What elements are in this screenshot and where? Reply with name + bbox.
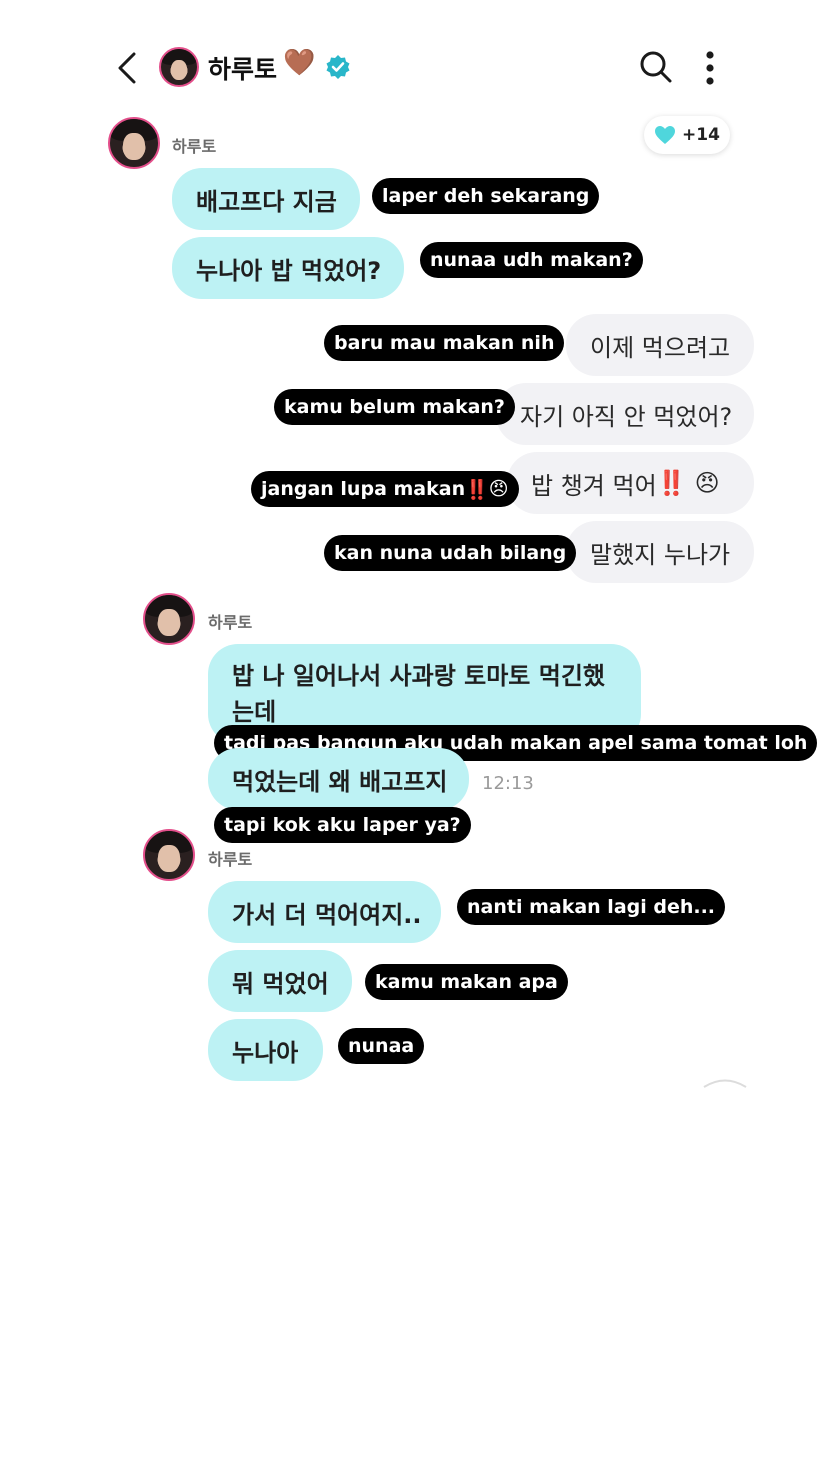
message-bubble[interactable]: 밥 챙겨 먹어 ‼️ 😠 bbox=[507, 452, 754, 514]
verified-badge-icon bbox=[326, 55, 350, 79]
back-icon[interactable] bbox=[112, 50, 142, 86]
translation-text: jangan lupa makan bbox=[261, 478, 466, 500]
chat-title: 하루토 bbox=[208, 55, 278, 84]
message-text: 밥 챙겨 먹어 bbox=[531, 471, 657, 500]
sender-avatar[interactable] bbox=[143, 593, 195, 645]
sender-name: 하루토 bbox=[208, 850, 253, 869]
translation-tag: laper deh sekarang bbox=[372, 178, 600, 214]
translation-tag: nunaa bbox=[338, 1028, 425, 1064]
translation-tag: kamu makan apa bbox=[365, 964, 568, 1000]
double-exclamation-emoji: ‼️ bbox=[465, 478, 489, 501]
message-bubble[interactable]: 가서 더 먹어여지.. bbox=[208, 881, 441, 943]
message-text: 말했지 누나가 bbox=[590, 540, 731, 569]
likes-count: +14 bbox=[682, 125, 720, 145]
message-bubble[interactable]: 배고프다 지금 bbox=[172, 168, 360, 230]
heart-icon bbox=[655, 126, 676, 144]
message-text: 누나아 bbox=[232, 1038, 299, 1067]
scroll-down-indicator[interactable] bbox=[700, 1078, 750, 1088]
message-bubble[interactable]: 말했지 누나가 bbox=[566, 521, 754, 583]
translation-tag: jangan lupa makan ‼️ 😠 bbox=[251, 471, 519, 507]
message-bubble[interactable]: 이제 먹으려고 bbox=[566, 314, 754, 376]
likes-pill[interactable]: +14 bbox=[644, 116, 730, 154]
translation-tag: tapi kok aku laper ya? bbox=[214, 807, 471, 843]
translation-tag: kan nuna udah bilang bbox=[324, 535, 577, 571]
message-text: 이제 먹으려고 bbox=[590, 333, 731, 362]
more-options-icon[interactable] bbox=[702, 50, 718, 86]
message-text: 자기 아직 안 먹었어? bbox=[520, 402, 733, 431]
message-text: 누나아 밥 먹었어? bbox=[196, 256, 382, 285]
message-text: 밥 나 일어나서 사과랑 토마토 먹긴했는데 bbox=[232, 662, 605, 726]
angry-face-emoji: 😠 bbox=[694, 469, 720, 497]
message-bubble[interactable]: 먹었는데 왜 배고프지 bbox=[208, 748, 469, 810]
translation-tag: kamu belum makan? bbox=[274, 389, 515, 425]
sender-avatar[interactable] bbox=[143, 829, 195, 881]
message-bubble[interactable]: 누나아 밥 먹었어? bbox=[172, 237, 404, 299]
avatar[interactable] bbox=[159, 47, 199, 87]
message-text: 배고프다 지금 bbox=[196, 187, 337, 216]
heart-emoji: 🤎 bbox=[283, 48, 316, 78]
message-text: 뭐 먹었어 bbox=[232, 969, 329, 998]
message-bubble[interactable]: 뭐 먹었어 bbox=[208, 950, 352, 1012]
translation-tag: nunaa udh makan? bbox=[420, 242, 643, 278]
message-timestamp: 12:13 bbox=[482, 773, 534, 794]
message-text: 먹었는데 왜 배고프지 bbox=[232, 767, 448, 796]
sender-avatar[interactable] bbox=[108, 117, 160, 169]
sender-name: 하루토 bbox=[208, 613, 253, 632]
message-bubble[interactable]: 누나아 bbox=[208, 1019, 323, 1081]
translation-tag: baru mau makan nih bbox=[324, 325, 565, 361]
translation-tag: nanti makan lagi deh... bbox=[457, 889, 726, 925]
sender-name: 하루토 bbox=[172, 137, 217, 156]
double-exclamation-emoji: ‼️ bbox=[656, 469, 687, 497]
angry-face-emoji: 😠 bbox=[488, 478, 509, 500]
search-icon[interactable] bbox=[639, 50, 673, 84]
message-text: 가서 더 먹어여지.. bbox=[232, 900, 422, 929]
message-bubble[interactable]: 자기 아직 안 먹었어? bbox=[496, 383, 754, 445]
